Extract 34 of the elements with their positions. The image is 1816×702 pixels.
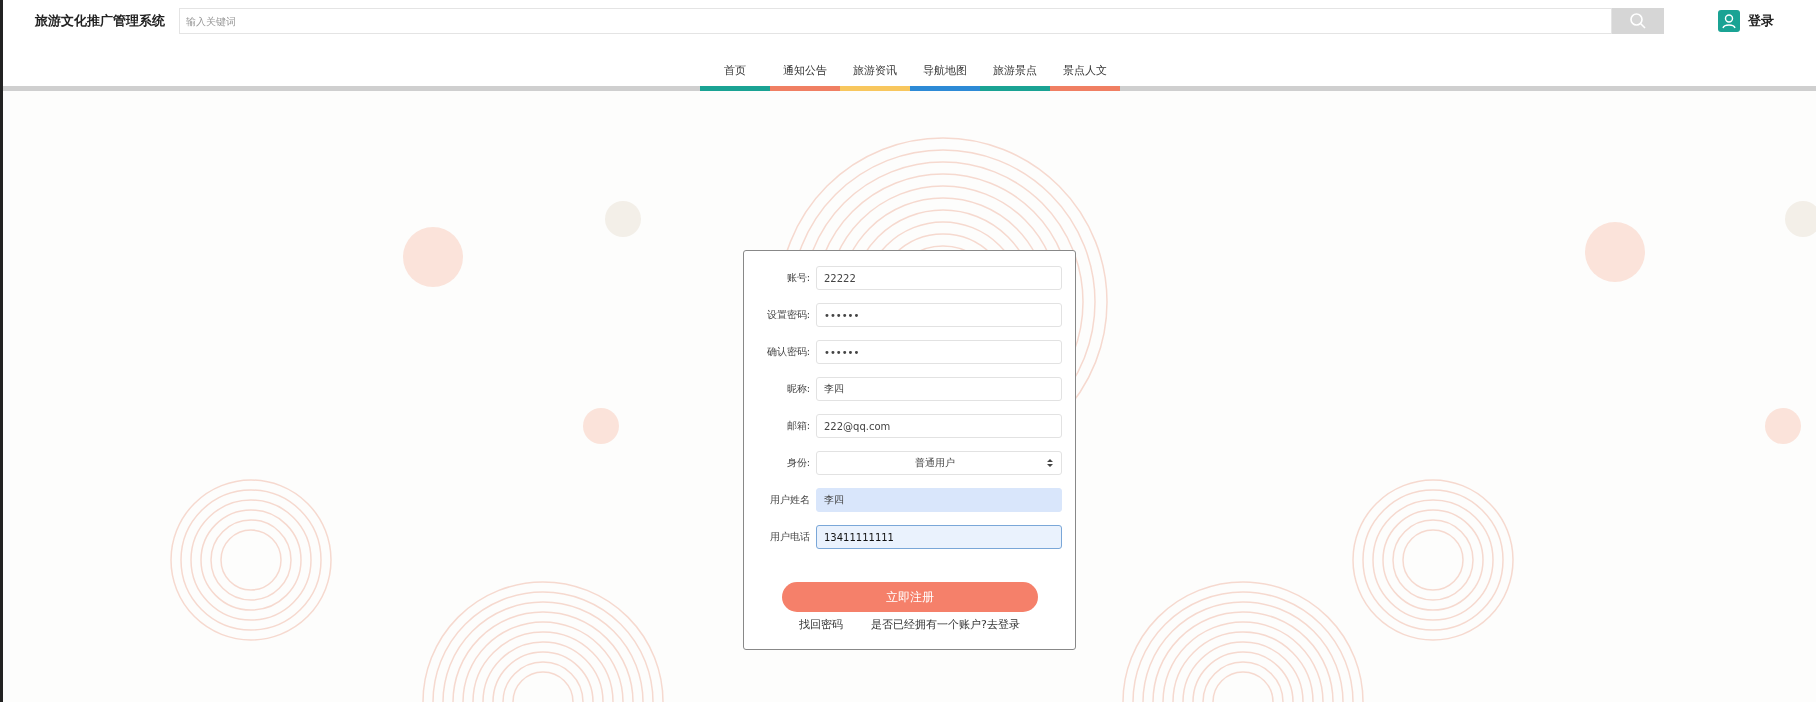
field-label: 账号:	[785, 271, 810, 285]
input-field[interactable]: ••••••	[816, 340, 1062, 364]
input-field[interactable]: 222@qq.com	[816, 414, 1062, 438]
input-field[interactable]: 李四	[816, 488, 1062, 512]
field-label: 设置密码:	[765, 308, 810, 322]
user-icon[interactable]	[1718, 10, 1740, 32]
input-field[interactable]: ••••••	[816, 303, 1062, 327]
field-label: 确认密码:	[765, 345, 810, 359]
field-label: 昵称:	[785, 382, 810, 396]
site-title: 旅游文化推广管理系统	[35, 12, 165, 30]
search-icon	[1629, 12, 1647, 30]
field-label: 用户姓名	[769, 493, 810, 507]
field-label: 用户电话	[769, 530, 810, 544]
nav-tab[interactable]: 景点人文	[1049, 56, 1120, 91]
input-field[interactable]: 13411111111	[816, 525, 1062, 549]
login-link[interactable]: 登录	[1748, 12, 1774, 30]
field-label: 邮箱:	[785, 419, 810, 433]
nav-tab[interactable]: 旅游景点	[979, 56, 1050, 91]
decorative-circle	[403, 227, 463, 287]
field-label: 身份:	[785, 456, 810, 470]
updown-caret-icon	[1046, 458, 1054, 468]
decorative-circle	[1765, 408, 1801, 444]
nav-tab[interactable]: 导航地图	[909, 56, 980, 91]
form-link[interactable]: 找回密码	[799, 617, 844, 632]
select-field[interactable]: 普通用户	[816, 451, 1062, 475]
decorative-circle	[1585, 222, 1645, 282]
nav-tab[interactable]: 首页	[699, 56, 770, 91]
form-link[interactable]: 是否已经拥有一个账户?去登录	[871, 617, 1020, 632]
decorative-circle	[583, 408, 619, 444]
nav-tab[interactable]: 通知公告	[769, 56, 840, 91]
input-field[interactable]: 李四	[816, 377, 1062, 401]
nav-tab[interactable]: 旅游资讯	[839, 56, 910, 91]
input-field[interactable]: 22222	[816, 266, 1062, 290]
search-field[interactable]: 输入关键词	[179, 8, 1612, 34]
